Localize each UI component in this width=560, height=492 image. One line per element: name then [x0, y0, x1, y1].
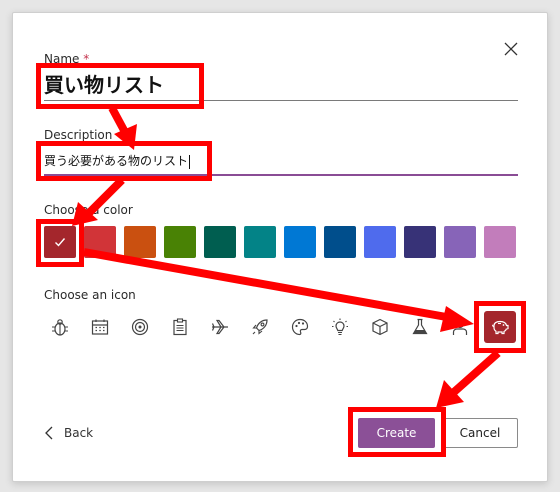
icon-option-rocket[interactable]	[247, 314, 273, 340]
name-input[interactable]: 買い物リスト	[44, 70, 518, 101]
lightbulb-icon	[332, 318, 348, 336]
name-label: Name *	[44, 52, 90, 66]
icon-option-cube[interactable]	[367, 314, 393, 340]
flask-icon	[412, 318, 428, 335]
color-swatch-blue[interactable]	[284, 226, 316, 258]
color-swatch-green[interactable]	[164, 226, 196, 258]
back-button[interactable]: Back	[44, 424, 93, 442]
clipboard-icon	[173, 318, 187, 336]
required-mark: *	[83, 52, 90, 66]
icon-option-flask[interactable]	[407, 314, 433, 340]
icon-option-airplane[interactable]	[207, 314, 233, 340]
bug-icon	[52, 319, 68, 336]
description-input-value: 買う必要がある物のリスト	[44, 154, 189, 168]
icon-option-lightbulb[interactable]	[327, 314, 353, 340]
color-swatch-dark-blue[interactable]	[324, 226, 356, 258]
close-icon	[504, 42, 518, 56]
icon-option-palette[interactable]	[287, 314, 313, 340]
description-label: Description	[44, 128, 113, 142]
person-icon	[452, 319, 468, 335]
color-swatch-teal[interactable]	[244, 226, 276, 258]
color-swatch-orange[interactable]	[124, 226, 156, 258]
icon-option-bug[interactable]	[47, 314, 73, 340]
color-swatch-pink-purple[interactable]	[484, 226, 516, 258]
back-label: Back	[64, 426, 94, 440]
create-button[interactable]: Create	[358, 418, 435, 448]
text-caret	[189, 154, 191, 169]
close-button[interactable]	[503, 41, 519, 57]
piggy-bank-icon	[492, 320, 509, 335]
icon-option-piggy-bank[interactable]	[484, 311, 516, 343]
description-input[interactable]: 買う必要がある物のリスト	[44, 148, 518, 176]
airplane-icon	[211, 319, 228, 335]
icon-label: Choose an icon	[44, 288, 136, 302]
cube-icon	[372, 318, 388, 336]
icon-option-target[interactable]	[127, 314, 153, 340]
color-swatch-red[interactable]	[84, 226, 116, 258]
cancel-button[interactable]: Cancel	[442, 418, 518, 448]
icon-option-clipboard[interactable]	[167, 314, 193, 340]
color-swatch-dark-red[interactable]	[44, 226, 76, 258]
palette-icon	[291, 318, 309, 336]
color-label: Choose a color	[44, 203, 133, 217]
name-input-value: 買い物リスト	[44, 73, 164, 97]
icon-option-person[interactable]	[447, 314, 473, 340]
color-swatch-periwinkle[interactable]	[364, 226, 396, 258]
color-swatch-dark-teal[interactable]	[204, 226, 236, 258]
chevron-left-icon	[45, 426, 53, 440]
rocket-icon	[252, 319, 268, 335]
color-swatch-indigo[interactable]	[404, 226, 436, 258]
color-swatch-purple[interactable]	[444, 226, 476, 258]
icon-option-calendar[interactable]	[87, 314, 113, 340]
calendar-icon	[91, 319, 109, 335]
target-icon	[131, 318, 149, 336]
checkmark-icon	[55, 238, 66, 247]
